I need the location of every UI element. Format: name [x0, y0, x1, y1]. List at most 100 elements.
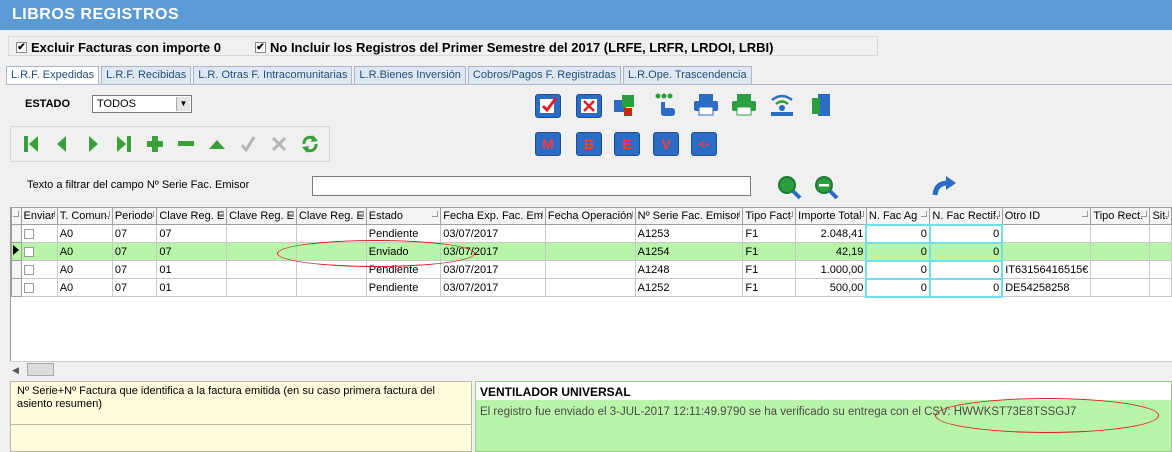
table-cell[interactable] [544, 260, 636, 279]
column-header[interactable]: T. Comun. [56, 207, 113, 225]
tab-lrf-expedidas[interactable]: L.R.F. Expedidas [6, 66, 100, 85]
table-cell[interactable]: A1248 [634, 260, 744, 279]
delete-record-button[interactable] [170, 129, 201, 159]
table-cell[interactable] [226, 224, 297, 243]
tab-lr-bienes-inversion[interactable]: L.R.Bienes Inversión [354, 66, 466, 84]
table-cell[interactable] [1090, 224, 1151, 243]
table-cell[interactable]: 42,19 [795, 242, 867, 261]
table-cell[interactable] [1090, 242, 1151, 261]
table-cell[interactable]: 2.048,41 [795, 224, 867, 243]
table-cell[interactable]: A1254 [634, 242, 744, 261]
enviar-checkbox[interactable] [23, 246, 34, 257]
column-header[interactable]: Clave Reg. E [295, 207, 367, 225]
table-cell[interactable]: A1252 [634, 278, 744, 297]
table-cell[interactable]: A0 [56, 260, 113, 279]
last-record-button[interactable] [108, 129, 139, 159]
table-cell[interactable] [1090, 278, 1151, 297]
exit-button[interactable] [808, 93, 834, 117]
table-row[interactable]: A0 07 01 Pendiente 03/07/2017 A1252 F1 5… [11, 277, 1172, 298]
column-header[interactable]: Estado [365, 207, 442, 225]
table-row[interactable]: A0 07 07 Enviado 03/07/2017 A1254 F1 42,… [11, 241, 1172, 262]
hand-select-button[interactable] [653, 93, 679, 117]
v-button[interactable]: V [653, 132, 679, 156]
column-header[interactable]: Sit. [1149, 207, 1172, 225]
table-cell[interactable] [226, 278, 297, 297]
table-cell[interactable]: 07 [111, 278, 158, 297]
table-cell[interactable] [544, 278, 636, 297]
post-record-button[interactable] [232, 129, 263, 159]
chevron-down-icon[interactable]: ▼ [176, 97, 190, 111]
cancel-record-button[interactable] [263, 129, 294, 159]
table-cell[interactable]: A0 [56, 278, 113, 297]
column-header[interactable]: Periodo [111, 207, 158, 225]
signal-button[interactable] [768, 93, 794, 117]
horizontal-scrollbar[interactable]: ◀ [10, 361, 1172, 377]
table-cell[interactable]: 03/07/2017 [440, 278, 546, 297]
table-cell[interactable]: 0 [865, 277, 931, 298]
table-cell[interactable]: 0 [865, 259, 931, 280]
column-header[interactable]: Clave Reg. E [156, 207, 228, 225]
column-header[interactable]: Importe Total [795, 207, 867, 225]
table-cell[interactable]: 0 [928, 277, 1004, 298]
table-cell[interactable] [1001, 242, 1092, 261]
table-cell[interactable] [1149, 242, 1172, 261]
table-cell[interactable]: F1 [742, 260, 797, 279]
b-button[interactable]: B [576, 132, 602, 156]
table-cell[interactable]: 500,00 [795, 278, 867, 297]
table-cell[interactable] [544, 242, 636, 261]
table-cell[interactable] [544, 224, 636, 243]
back-button[interactable]: <- [691, 132, 717, 156]
enviar-checkbox[interactable] [23, 282, 34, 293]
table-cell[interactable]: Pendiente [365, 278, 442, 297]
tab-lr-otras-intracomunitarias[interactable]: L.R. Otras F. Intracomunitarias [193, 66, 353, 84]
first-record-button[interactable] [15, 129, 46, 159]
insert-record-button[interactable] [139, 129, 170, 159]
table-cell[interactable]: 01 [156, 260, 228, 279]
checkbox-box[interactable]: ✔ [255, 42, 266, 53]
refresh-button[interactable] [294, 129, 325, 159]
table-cell[interactable]: A1253 [634, 224, 744, 243]
table-cell[interactable]: DE54258258 [1001, 278, 1092, 297]
table-cell[interactable]: 07 [111, 224, 158, 243]
print-button[interactable] [692, 93, 718, 117]
estado-select[interactable]: TODOS ▼ [92, 95, 192, 113]
table-cell[interactable]: A0 [56, 242, 113, 261]
column-header[interactable]: N. Fac Ag [865, 207, 931, 225]
tab-cobros-pagos[interactable]: Cobros/Pagos F. Registradas [467, 66, 621, 84]
column-header[interactable]: N. Fac Rectif. [929, 207, 1003, 225]
column-header[interactable]: Fecha Operación [544, 207, 636, 225]
table-cell[interactable] [1149, 278, 1172, 297]
table-row[interactable]: A0 07 07 Pendiente 03/07/2017 A1253 F1 2… [11, 223, 1172, 244]
enviar-cell[interactable] [20, 260, 58, 279]
e-button[interactable]: E [614, 132, 640, 156]
column-header[interactable]: Nº Serie Fac. Emisor [634, 207, 744, 225]
excluir-importe-cero-checkbox[interactable]: ✔ Excluir Facturas con importe 0 [16, 40, 221, 55]
search-button[interactable] [776, 175, 802, 200]
scroll-left-icon[interactable]: ◀ [12, 365, 19, 376]
table-cell[interactable]: 03/07/2017 [440, 260, 546, 279]
table-cell[interactable]: IT63156416515€ [1001, 260, 1092, 279]
table-cell[interactable]: 01 [156, 278, 228, 297]
table-cell[interactable]: 07 [111, 260, 158, 279]
table-cell[interactable] [1149, 224, 1172, 243]
clear-search-button[interactable] [813, 175, 839, 200]
scroll-thumb[interactable] [27, 363, 54, 376]
edit-record-button[interactable] [201, 129, 232, 159]
table-cell[interactable]: F1 [742, 242, 797, 261]
table-cell[interactable]: 0 [928, 241, 1004, 262]
table-cell[interactable] [1149, 260, 1172, 279]
table-cell[interactable]: 07 [156, 224, 228, 243]
table-cell[interactable]: F1 [742, 278, 797, 297]
table-cell[interactable]: A0 [56, 224, 113, 243]
column-header[interactable]: Enviar [20, 207, 58, 225]
table-cell[interactable]: 0 [865, 241, 931, 262]
table-cell[interactable]: 0 [928, 223, 1004, 244]
enviar-checkbox[interactable] [23, 264, 34, 275]
tab-lr-ope-trascendencia[interactable]: L.R.Ope. Trascendencia [623, 66, 752, 84]
deselect-button[interactable] [576, 94, 602, 118]
table-cell[interactable] [1090, 260, 1151, 279]
enviar-cell[interactable] [20, 242, 58, 261]
column-header[interactable]: Fecha Exp. Fac. Em [440, 207, 546, 225]
table-cell[interactable]: F1 [742, 224, 797, 243]
tab-lrf-recibidas[interactable]: L.R.F. Recibidas [101, 66, 192, 84]
